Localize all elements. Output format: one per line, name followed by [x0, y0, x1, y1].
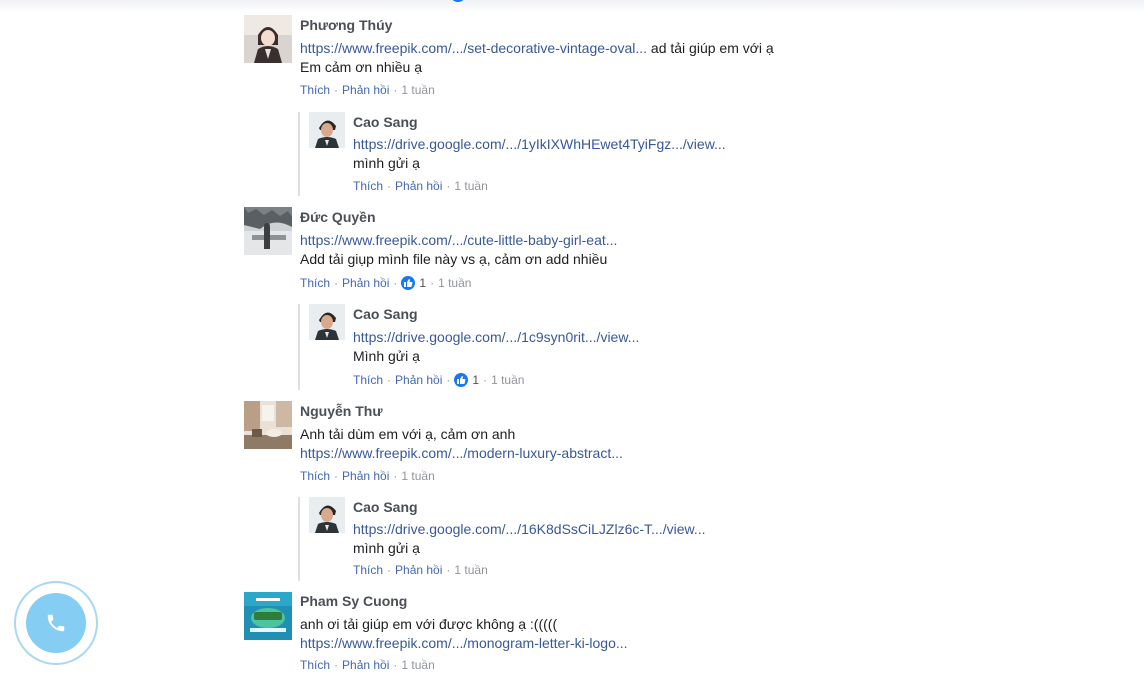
comment-line: https://www.freepik.com/.../set-decorati… — [300, 40, 774, 56]
reply-thread-line — [298, 304, 300, 390]
timestamp[interactable]: 1 tuần — [438, 276, 471, 290]
separator: · — [387, 179, 392, 193]
call-button-inner[interactable] — [26, 593, 86, 653]
thumbs-up-icon[interactable] — [401, 276, 416, 290]
separator: · — [446, 179, 451, 193]
comment-link[interactable]: https://www.freepik.com/.../monogram-let… — [300, 635, 628, 651]
comment-link[interactable]: https://www.freepik.com/.../modern-luxur… — [300, 445, 623, 461]
separator: · — [334, 276, 339, 290]
call-button[interactable] — [14, 581, 98, 665]
comment-link[interactable]: https://drive.google.com/.../16K8dSsCiLJ… — [353, 521, 705, 537]
reaction-icon — [450, 0, 466, 2]
timestamp[interactable]: 1 tuần — [401, 83, 434, 97]
avatar[interactable] — [244, 15, 292, 63]
comment-line: Anh tải dùm em với ạ, cảm ơn anh — [300, 426, 516, 442]
avatar[interactable] — [244, 592, 292, 640]
comment-actions: Thích · Phản hồi · 1 · 1 tuần — [300, 276, 471, 290]
reply-button[interactable]: Phản hồi — [395, 179, 442, 193]
avatar[interactable] — [309, 304, 345, 340]
comment-link[interactable]: https://drive.google.com/.../1c9syn0rit.… — [353, 329, 639, 345]
reply-button[interactable]: Phản hồi — [342, 658, 389, 672]
separator: · — [393, 469, 398, 483]
like-button[interactable]: Thích — [300, 469, 330, 483]
comment-line: https://www.freepik.com/.../cute-little-… — [300, 232, 617, 248]
author-name[interactable]: Phương Thúy — [300, 17, 392, 33]
comment-actions: Thích · Phản hồi · 1 · 1 tuần — [353, 373, 524, 387]
avatar[interactable] — [309, 497, 345, 533]
like-count[interactable]: 1 — [419, 276, 426, 290]
comment-link[interactable]: https://www.freepik.com/.../cute-little-… — [300, 232, 617, 248]
comment-line: https://drive.google.com/.../16K8dSsCiLJ… — [353, 521, 705, 537]
comment-link[interactable]: https://drive.google.com/.../1yIkIXWhHEw… — [353, 136, 726, 152]
like-button[interactable]: Thích — [300, 83, 330, 97]
comment-line: https://drive.google.com/.../1yIkIXWhHEw… — [353, 136, 726, 152]
comment-actions: Thích · Phản hồi · 1 tuần — [353, 563, 488, 577]
reply-button[interactable]: Phản hồi — [395, 563, 442, 577]
avatar[interactable] — [309, 112, 345, 148]
author-name[interactable]: Cao Sang — [353, 114, 418, 130]
like-count[interactable]: 1 — [472, 373, 479, 387]
like-button[interactable]: Thích — [353, 179, 383, 193]
separator: · — [393, 83, 398, 97]
separator: · — [393, 658, 398, 672]
separator: · — [334, 658, 339, 672]
comment-line: Em cảm ơn nhiều ạ — [300, 59, 423, 75]
separator: · — [446, 373, 451, 387]
timestamp[interactable]: 1 tuần — [401, 658, 434, 672]
comment-actions: Thích · Phản hồi · 1 tuần — [300, 469, 435, 483]
comment-line: https://www.freepik.com/.../monogram-let… — [300, 635, 628, 651]
reply-thread-line — [298, 497, 300, 581]
author-name[interactable]: Đức Quyền — [300, 209, 376, 225]
comment-actions: Thích · Phản hồi · 1 tuần — [300, 83, 435, 97]
like-button[interactable]: Thích — [353, 373, 383, 387]
timestamp[interactable]: 1 tuần — [454, 563, 487, 577]
separator: · — [430, 276, 435, 290]
reply-button[interactable]: Phản hồi — [342, 83, 389, 97]
separator: · — [387, 373, 392, 387]
separator: · — [334, 83, 339, 97]
comment-line: mình gửi ạ — [353, 155, 420, 171]
separator: · — [387, 563, 392, 577]
comment-line: anh ơi tải giúp em với được không ạ :(((… — [300, 616, 558, 632]
phone-icon — [47, 614, 65, 632]
reply-button[interactable]: Phản hồi — [342, 276, 389, 290]
avatar[interactable] — [244, 207, 292, 255]
comment-text: ad tải giúp em với ạ — [647, 40, 774, 56]
timestamp[interactable]: 1 tuần — [401, 469, 434, 483]
comment-line: Mình gửi ạ — [353, 348, 420, 364]
author-name[interactable]: Cao Sang — [353, 499, 418, 515]
author-name[interactable]: Cao Sang — [353, 306, 418, 322]
comment-line: https://www.freepik.com/.../modern-luxur… — [300, 445, 623, 461]
comment-actions: Thích · Phản hồi · 1 tuần — [300, 658, 435, 672]
timestamp[interactable]: 1 tuần — [491, 373, 524, 387]
thumbs-up-icon[interactable] — [454, 373, 469, 387]
separator: · — [334, 469, 339, 483]
separator: · — [446, 563, 451, 577]
like-button[interactable]: Thích — [353, 563, 383, 577]
avatar[interactable] — [244, 401, 292, 449]
comment-line: mình gửi ạ — [353, 540, 420, 556]
separator: · — [483, 373, 488, 387]
previous-content-remnant — [450, 0, 510, 4]
author-name[interactable]: Pham Sy Cuong — [300, 593, 407, 609]
reply-thread-line — [298, 112, 300, 196]
like-button[interactable]: Thích — [300, 276, 330, 290]
comment-link[interactable]: https://www.freepik.com/.../set-decorati… — [300, 40, 647, 56]
timestamp[interactable]: 1 tuần — [454, 179, 487, 193]
top-fade — [0, 0, 1144, 12]
comment-line: Add tải giụp mình file này vs ạ, cảm ơn … — [300, 251, 608, 267]
reply-button[interactable]: Phản hồi — [342, 469, 389, 483]
like-button[interactable]: Thích — [300, 658, 330, 672]
separator: · — [393, 276, 398, 290]
comment-line: https://drive.google.com/.../1c9syn0rit.… — [353, 329, 639, 345]
comment-actions: Thích · Phản hồi · 1 tuần — [353, 179, 488, 193]
author-name[interactable]: Nguyễn Thư — [300, 403, 382, 419]
reply-button[interactable]: Phản hồi — [395, 373, 442, 387]
